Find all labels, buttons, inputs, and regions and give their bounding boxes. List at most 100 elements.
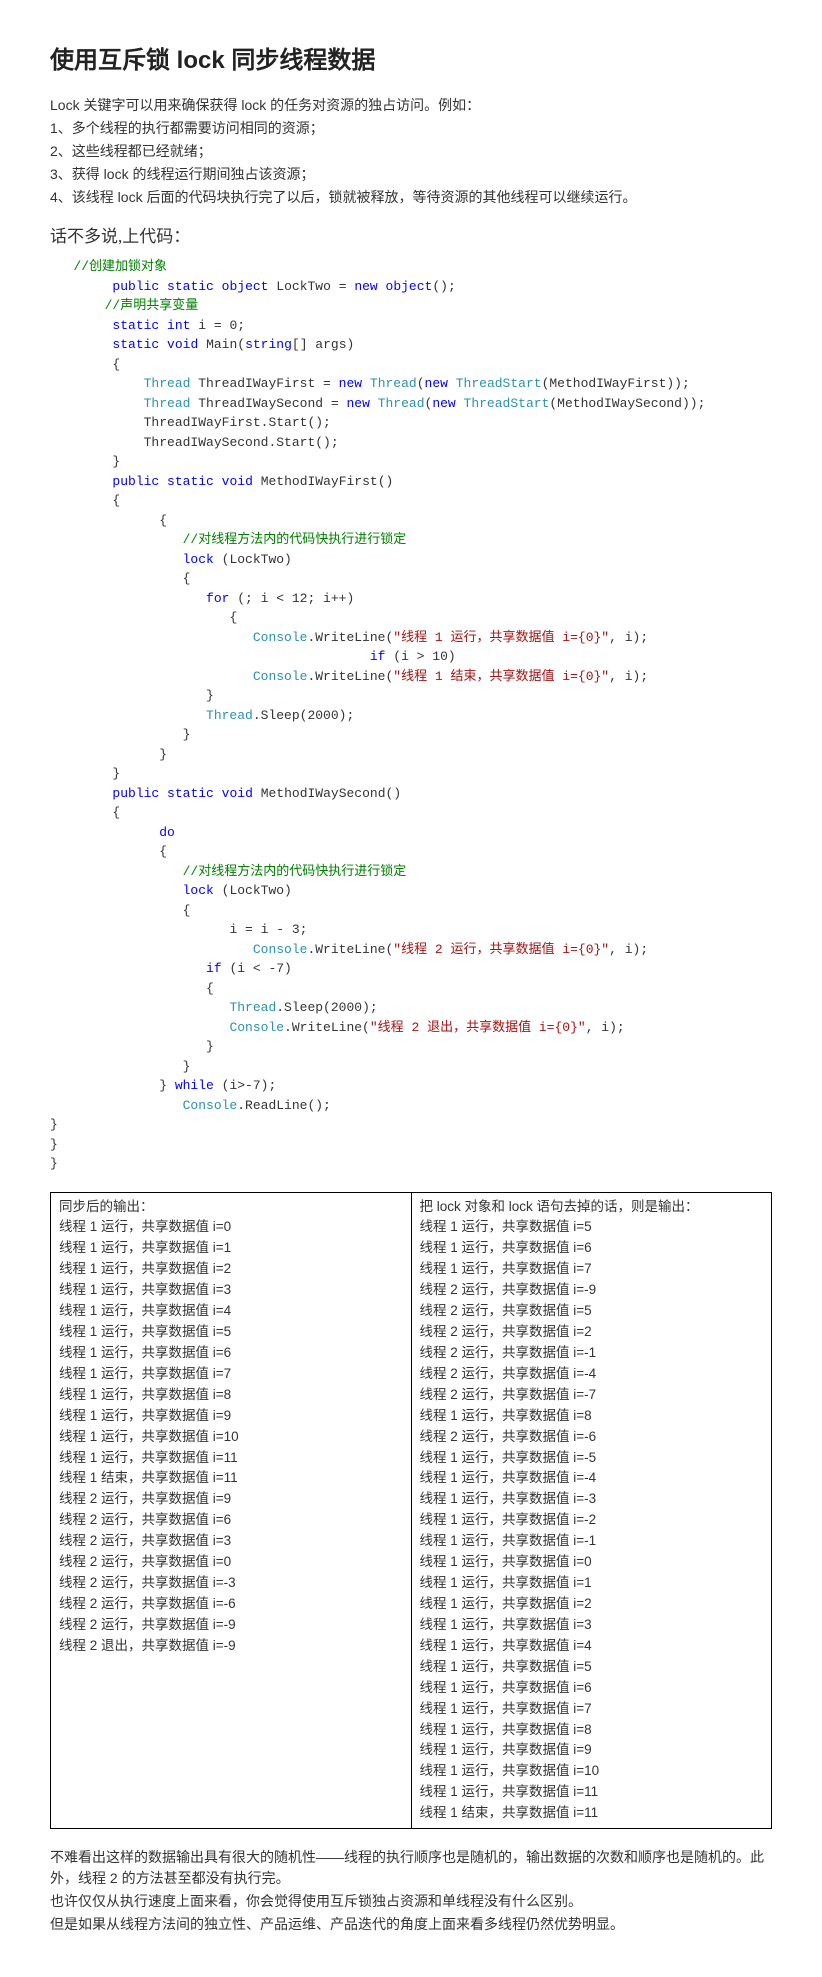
code-kw: static: [167, 474, 214, 489]
output-row: 线程 1 运行，共享数据值 i=9: [420, 1740, 764, 1761]
output-row: 线程 2 运行，共享数据值 i=-6: [59, 1594, 403, 1615]
output-row: 线程 1 运行，共享数据值 i=2: [59, 1259, 403, 1280]
output-row: 线程 1 运行，共享数据值 i=5: [420, 1657, 764, 1678]
code-type: Console: [253, 630, 308, 645]
code-kw: public: [112, 279, 159, 294]
output-row: 线程 2 运行，共享数据值 i=-6: [420, 1427, 764, 1448]
output-row: 线程 1 运行，共享数据值 i=9: [59, 1406, 403, 1427]
code-comment: //声明共享变量: [105, 298, 199, 313]
output-row: 线程 1 运行，共享数据值 i=11: [420, 1782, 764, 1803]
code-text: {: [183, 571, 191, 586]
code-kw: new: [346, 396, 369, 411]
code-type: Thread: [229, 1000, 276, 1015]
code-text: .Sleep(2000);: [276, 1000, 377, 1015]
code-text: {: [183, 903, 191, 918]
output-row: 线程 1 运行，共享数据值 i=1: [59, 1238, 403, 1259]
output-row: 线程 1 运行，共享数据值 i=6: [59, 1343, 403, 1364]
code-text: (MethodIWaySecond));: [549, 396, 705, 411]
code-kw: void: [167, 337, 198, 352]
output-row: 线程 2 运行，共享数据值 i=-4: [420, 1364, 764, 1385]
code-text: }: [159, 747, 167, 762]
output-table: 同步后的输出： 线程 1 运行，共享数据值 i=0线程 1 运行，共享数据值 i…: [50, 1192, 772, 1830]
code-text: (i>-7);: [214, 1078, 276, 1093]
code-type: Console: [229, 1020, 284, 1035]
code-text: , i);: [609, 630, 648, 645]
output-row: 线程 1 运行，共享数据值 i=8: [420, 1720, 764, 1741]
intro-line: 1、多个线程的执行都需要访问相同的资源；: [50, 118, 772, 139]
code-text: i = 0;: [190, 318, 245, 333]
output-left-cell: 同步后的输出： 线程 1 运行，共享数据值 i=0线程 1 运行，共享数据值 i…: [51, 1192, 412, 1829]
subheading: 话不多说,上代码：: [50, 222, 772, 247]
output-row: 线程 1 运行，共享数据值 i=1: [420, 1573, 764, 1594]
output-row: 线程 2 运行，共享数据值 i=3: [59, 1531, 403, 1552]
output-row: 线程 2 运行，共享数据值 i=-9: [59, 1615, 403, 1636]
output-row: 线程 1 运行，共享数据值 i=-3: [420, 1489, 764, 1510]
code-comment: //对线程方法内的代码快执行进行锁定: [183, 532, 407, 547]
code-text: .WriteLine(: [307, 942, 393, 957]
code-kw: static: [167, 279, 214, 294]
code-kw: if: [370, 649, 386, 664]
code-text: .WriteLine(: [307, 669, 393, 684]
output-right-header: 把 lock 对象和 lock 语句去掉的话，则是输出：: [420, 1197, 764, 1218]
code-text: (: [417, 376, 425, 391]
output-row: 线程 1 运行，共享数据值 i=7: [420, 1699, 764, 1720]
code-kw: lock: [183, 552, 214, 567]
output-row: 线程 1 结束，共享数据值 i=11: [420, 1803, 764, 1824]
code-text: ();: [432, 279, 455, 294]
intro-line: 2、这些线程都已经就绪；: [50, 141, 772, 162]
output-row: 线程 1 运行，共享数据值 i=6: [420, 1678, 764, 1699]
code-kw: string: [245, 337, 292, 352]
code-kw: object: [222, 279, 269, 294]
code-type: Thread: [144, 376, 191, 391]
code-type: Console: [253, 942, 308, 957]
code-text: , i);: [586, 1020, 625, 1035]
code-kw: new: [354, 279, 377, 294]
output-row: 线程 1 运行，共享数据值 i=-4: [420, 1468, 764, 1489]
code-kw: void: [222, 474, 253, 489]
output-row: 线程 1 运行，共享数据值 i=10: [420, 1761, 764, 1782]
code-kw: do: [159, 825, 175, 840]
intro-block: Lock 关键字可以用来确保获得 lock 的任务对资源的独占访问。例如： 1、…: [50, 95, 772, 208]
output-row: 线程 2 运行，共享数据值 i=9: [59, 1489, 403, 1510]
code-text: MethodIWaySecond(): [253, 786, 401, 801]
code-comment: //创建加锁对象: [73, 259, 167, 274]
output-row: 线程 2 运行，共享数据值 i=6: [59, 1510, 403, 1531]
code-text: .ReadLine();: [237, 1098, 331, 1113]
intro-line: 4、该线程 lock 后面的代码块执行完了以后，锁就被释放，等待资源的其他线程可…: [50, 187, 772, 208]
code-kw: int: [167, 318, 190, 333]
output-row: 线程 2 运行，共享数据值 i=-7: [420, 1385, 764, 1406]
code-text: (i < -7): [222, 961, 292, 976]
code-text: {: [112, 357, 120, 372]
output-left-header: 同步后的输出：: [59, 1197, 403, 1218]
code-text: , i);: [609, 942, 648, 957]
code-kw: if: [206, 961, 222, 976]
code-type: Thread: [378, 396, 425, 411]
code-kw: static: [112, 337, 159, 352]
code-type: ThreadStart: [456, 376, 542, 391]
code-kw: lock: [183, 883, 214, 898]
code-text: Main(: [198, 337, 245, 352]
output-row: 线程 1 运行，共享数据值 i=8: [420, 1406, 764, 1427]
outro-line: 但是如果从线程方法间的独立性、产品运维、产品迭代的角度上面来看多线程仍然优势明显…: [50, 1914, 772, 1935]
code-text: (MethodIWayFirst));: [542, 376, 690, 391]
code-text: {: [206, 981, 214, 996]
outro-block: 不难看出这样的数据输出具有很大的随机性——线程的执行顺序也是随机的，输出数据的次…: [50, 1847, 772, 1935]
output-row: 线程 2 运行，共享数据值 i=-1: [420, 1343, 764, 1364]
output-row: 线程 2 运行，共享数据值 i=5: [420, 1301, 764, 1322]
code-kw: void: [222, 786, 253, 801]
code-text: .WriteLine(: [307, 630, 393, 645]
code-type: Thread: [206, 708, 253, 723]
output-row: 线程 1 运行，共享数据值 i=6: [420, 1238, 764, 1259]
intro-line: Lock 关键字可以用来确保获得 lock 的任务对资源的独占访问。例如：: [50, 95, 772, 116]
outro-line: 不难看出这样的数据输出具有很大的随机性——线程的执行顺序也是随机的，输出数据的次…: [50, 1847, 772, 1889]
code-str: "线程 1 运行，共享数据值 i={0}": [393, 630, 609, 645]
output-row: 线程 1 运行，共享数据值 i=0: [420, 1552, 764, 1573]
code-text: }: [206, 688, 214, 703]
code-kw: new: [425, 376, 448, 391]
code-text: (LockTwo): [214, 883, 292, 898]
code-text: ThreadIWayFirst =: [190, 376, 338, 391]
output-row: 线程 1 运行，共享数据值 i=7: [59, 1364, 403, 1385]
output-row: 线程 2 运行，共享数据值 i=2: [420, 1322, 764, 1343]
output-row: 线程 1 结束，共享数据值 i=11: [59, 1468, 403, 1489]
code-kw: public: [112, 786, 159, 801]
